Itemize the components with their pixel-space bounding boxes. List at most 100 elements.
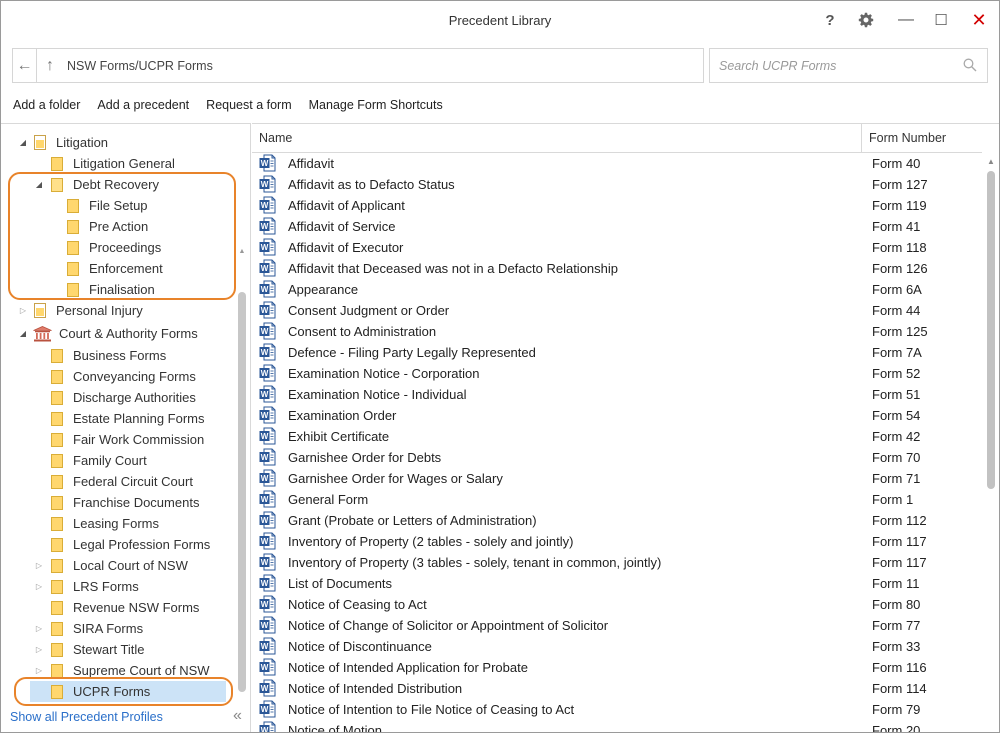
- word-document-icon: W: [259, 721, 276, 732]
- tree-item-lrs-forms[interactable]: ▷ LRS Forms: [34, 576, 139, 597]
- tree-item-ucpr-forms[interactable]: UCPR Forms: [30, 681, 226, 702]
- settings-button[interactable]: [851, 7, 881, 33]
- svg-text:W: W: [261, 495, 269, 504]
- tree-item-finalisation[interactable]: Finalisation: [67, 279, 155, 300]
- tree-item-fair-work-commission[interactable]: Fair Work Commission: [51, 429, 204, 450]
- tree-item-family-court[interactable]: Family Court: [51, 450, 147, 471]
- collapsed-arrow-icon[interactable]: ▷: [34, 624, 44, 633]
- manage-shortcuts-button[interactable]: Manage Form Shortcuts: [309, 98, 443, 116]
- tree-item-federal-circuit-court[interactable]: Federal Circuit Court: [51, 471, 193, 492]
- breadcrumb[interactable]: NSW Forms/UCPR Forms: [67, 59, 213, 73]
- tree-item-label: Legal Profession Forms: [73, 537, 211, 552]
- tree-item-pre-action[interactable]: Pre Action: [67, 216, 148, 237]
- collapsed-arrow-icon[interactable]: ▷: [34, 666, 44, 675]
- close-button[interactable]: ✕: [964, 7, 994, 33]
- table-row[interactable]: W Affidavit of Applicant Form 119: [252, 195, 982, 216]
- add-precedent-button[interactable]: Add a precedent: [97, 98, 189, 116]
- table-row[interactable]: W Appearance Form 6A: [252, 279, 982, 300]
- collapsed-arrow-icon[interactable]: ▷: [34, 561, 44, 570]
- list-scrollbar-thumb[interactable]: [987, 171, 995, 489]
- collapsed-arrow-icon[interactable]: ▷: [18, 306, 28, 315]
- column-header-name[interactable]: Name: [259, 131, 292, 145]
- minimize-button[interactable]: —: [891, 7, 921, 33]
- tree-item-court-authority-forms[interactable]: ◢ Court & Authority Forms: [18, 323, 198, 344]
- tree-item-sira-forms[interactable]: ▷ SIRA Forms: [34, 618, 143, 639]
- help-button[interactable]: ?: [815, 7, 845, 33]
- tree-item-leasing-forms[interactable]: Leasing Forms: [51, 513, 159, 534]
- svg-text:W: W: [261, 264, 269, 273]
- word-document-icon: W: [259, 595, 276, 613]
- tree-item-personal-injury[interactable]: ▷ Personal Injury: [18, 300, 143, 321]
- maximize-button[interactable]: ☐: [926, 7, 956, 33]
- tree-item-label: Court & Authority Forms: [59, 326, 198, 341]
- table-row[interactable]: W Notice of Motion Form 20: [252, 720, 982, 732]
- expanded-arrow-icon[interactable]: ◢: [18, 138, 28, 147]
- request-form-button[interactable]: Request a form: [206, 98, 291, 116]
- table-row[interactable]: W Inventory of Property (2 tables - solel…: [252, 531, 982, 552]
- table-row[interactable]: W Affidavit that Deceased was not in a De…: [252, 258, 982, 279]
- table-row[interactable]: W Consent Judgment or Order Form 44: [252, 300, 982, 321]
- table-row[interactable]: W Garnishee Order for Debts Form 70: [252, 447, 982, 468]
- table-row[interactable]: W General Form Form 1: [252, 489, 982, 510]
- add-folder-button[interactable]: Add a folder: [13, 98, 80, 116]
- table-row[interactable]: W Affidavit Form 40: [252, 153, 982, 174]
- tree-item-file-setup[interactable]: File Setup: [67, 195, 148, 216]
- tree-scrollbar-thumb[interactable]: [238, 292, 246, 692]
- form-name: Notice of Intended Application for Proba…: [288, 660, 528, 675]
- table-row[interactable]: W Consent to Administration Form 125: [252, 321, 982, 342]
- table-row[interactable]: W Grant (Probate or Letters of Administra…: [252, 510, 982, 531]
- table-row[interactable]: W Examination Notice - Individual Form 51: [252, 384, 982, 405]
- search-input[interactable]: [717, 58, 947, 74]
- table-row[interactable]: W Exhibit Certificate Form 42: [252, 426, 982, 447]
- table-row[interactable]: W Notice of Intended Distribution Form 114: [252, 678, 982, 699]
- table-row[interactable]: W Affidavit of Executor Form 118: [252, 237, 982, 258]
- tree-item-discharge-authorities[interactable]: Discharge Authorities: [51, 387, 196, 408]
- list-scroll-up-icon[interactable]: ▲: [987, 157, 995, 166]
- tree-item-supreme-court-nsw[interactable]: ▷ Supreme Court of NSW: [34, 660, 210, 681]
- document-folder-icon: [34, 135, 46, 150]
- tree-item-label: Supreme Court of NSW: [73, 663, 210, 678]
- tree-item-litigation-general[interactable]: Litigation General: [51, 153, 175, 174]
- collapsed-arrow-icon[interactable]: ▷: [34, 582, 44, 591]
- tree-item-revenue-nsw-forms[interactable]: Revenue NSW Forms: [51, 597, 199, 618]
- table-row[interactable]: W Notice of Change of Solicitor or Appoin…: [252, 615, 982, 636]
- form-name: General Form: [288, 492, 369, 507]
- tree-item-debt-recovery[interactable]: ◢ Debt Recovery: [34, 174, 159, 195]
- back-button[interactable]: ←: [13, 49, 37, 82]
- table-row[interactable]: W Defence - Filing Party Legally Represen…: [252, 342, 982, 363]
- word-document-icon: W: [259, 259, 276, 277]
- form-name: Notice of Change of Solicitor or Appoint…: [288, 618, 609, 633]
- table-row[interactable]: W Affidavit of Service Form 41: [252, 216, 982, 237]
- show-all-profiles-link[interactable]: Show all Precedent Profiles: [10, 710, 163, 724]
- tree-item-litigation[interactable]: ◢ Litigation: [18, 132, 108, 153]
- tree-scroll-up-icon[interactable]: ▲: [237, 248, 247, 262]
- expanded-arrow-icon[interactable]: ◢: [34, 180, 44, 189]
- table-row[interactable]: W Examination Order Form 54: [252, 405, 982, 426]
- table-row[interactable]: W Notice of Ceasing to Act Form 80: [252, 594, 982, 615]
- collapsed-arrow-icon[interactable]: ▷: [34, 645, 44, 654]
- table-row[interactable]: W Garnishee Order for Wages or Salary Form…: [252, 468, 982, 489]
- title-bar: Precedent Library ? — ☐ ✕: [1, 1, 999, 41]
- expanded-arrow-icon[interactable]: ◢: [18, 329, 28, 338]
- tree-item-conveyancing-forms[interactable]: Conveyancing Forms: [51, 366, 196, 387]
- table-row[interactable]: W List of Documents Form 11: [252, 573, 982, 594]
- tree-item-business-forms[interactable]: Business Forms: [51, 345, 166, 366]
- table-row[interactable]: W Affidavit as to Defacto Status Form 127: [252, 174, 982, 195]
- table-row[interactable]: W Notice of Discontinuance Form 33: [252, 636, 982, 657]
- table-row[interactable]: W Notice of Intention to File Notice of C…: [252, 699, 982, 720]
- tree-item-stewart-title[interactable]: ▷ Stewart Title: [34, 639, 145, 660]
- up-button[interactable]: ↑: [37, 49, 63, 82]
- tree-item-franchise-documents[interactable]: Franchise Documents: [51, 492, 199, 513]
- tree-item-estate-planning-forms[interactable]: Estate Planning Forms: [51, 408, 205, 429]
- search-icon[interactable]: [963, 58, 977, 72]
- table-row[interactable]: W Notice of Intended Application for Prob…: [252, 657, 982, 678]
- tree-item-local-court-nsw[interactable]: ▷ Local Court of NSW: [34, 555, 188, 576]
- tree-item-enforcement[interactable]: Enforcement: [67, 258, 163, 279]
- column-header-form-number[interactable]: Form Number: [861, 124, 982, 153]
- tree-item-proceedings[interactable]: Proceedings: [67, 237, 161, 258]
- table-row[interactable]: W Inventory of Property (3 tables - solel…: [252, 552, 982, 573]
- collapse-pane-icon[interactable]: «: [233, 707, 242, 725]
- tree-item-legal-profession-forms[interactable]: Legal Profession Forms: [51, 534, 210, 555]
- folder-icon: [67, 198, 79, 213]
- table-row[interactable]: W Examination Notice - Corporation Form 52: [252, 363, 982, 384]
